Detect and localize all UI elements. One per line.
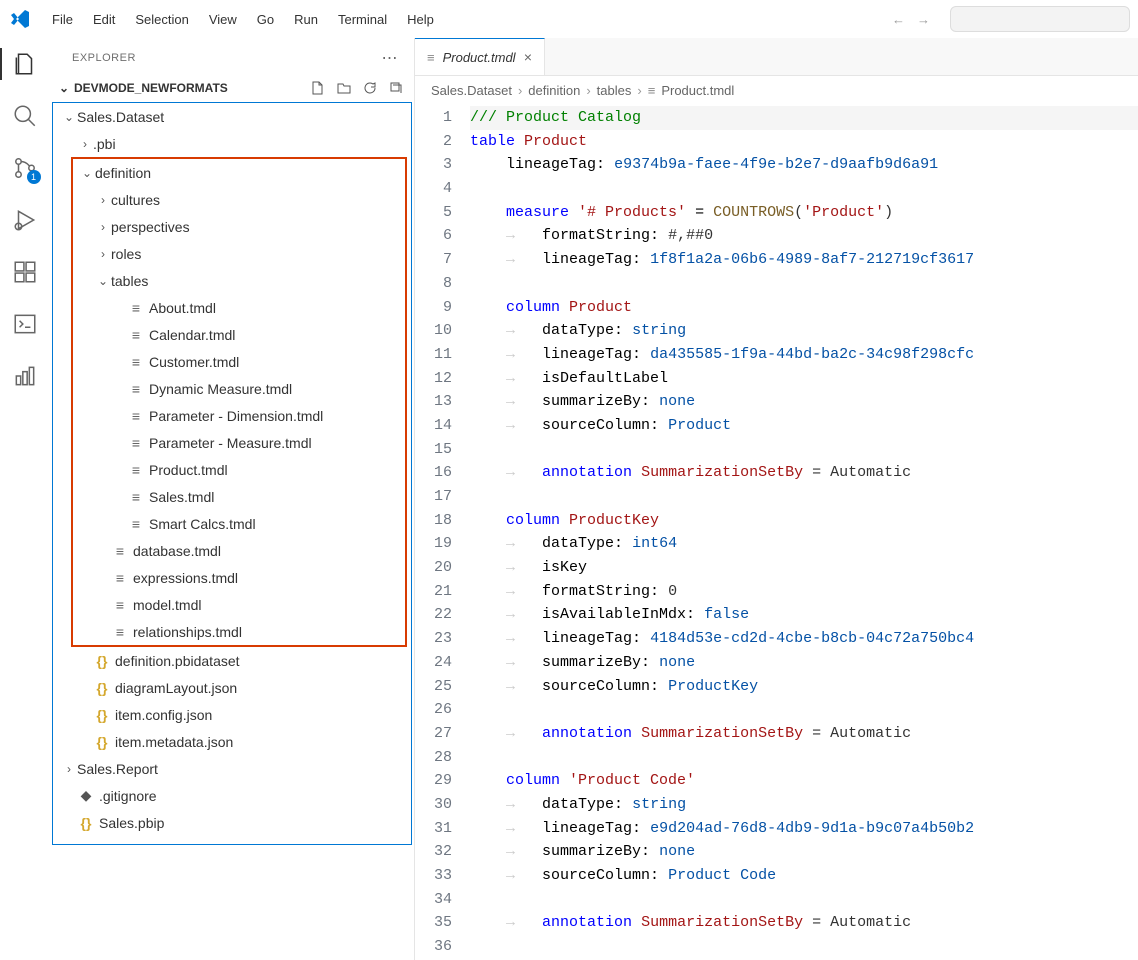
tab-label: Product.tmdl: [443, 50, 516, 65]
tree-file-item-config[interactable]: {}item.config.json: [53, 701, 411, 728]
vscode-logo-icon: [8, 7, 32, 31]
tree-file[interactable]: ≡Smart Calcs.tmdl: [73, 510, 405, 537]
tree-folder-roles[interactable]: ›roles: [73, 240, 405, 267]
file-icon: ≡: [127, 327, 145, 343]
file-icon: ≡: [127, 516, 145, 532]
menubar: File Edit Selection View Go Run Terminal…: [0, 0, 1138, 38]
file-icon: ≡: [111, 543, 129, 559]
tree-file[interactable]: ≡About.tmdl: [73, 294, 405, 321]
menu-run[interactable]: Run: [286, 8, 326, 31]
tree-file-sales-pbip[interactable]: {}Sales.pbip: [53, 809, 411, 836]
tree-folder-pbi[interactable]: ›.pbi: [53, 130, 411, 157]
code-editor[interactable]: 1234567891011121314151617181920212223242…: [415, 104, 1138, 960]
command-center-search[interactable]: [950, 6, 1130, 32]
file-icon: ≡: [127, 462, 145, 478]
explorer-sidebar: EXPLORER ⋯ ⌄ DEVMODE_NEWFORMATS ⌄Sales.D…: [50, 38, 415, 960]
tree-file-gitignore[interactable]: ◆.gitignore: [53, 782, 411, 809]
activity-run-debug-icon[interactable]: [11, 206, 39, 234]
file-icon: ≡: [111, 597, 129, 613]
menu-file[interactable]: File: [44, 8, 81, 31]
tab-product-tmdl[interactable]: ≡ Product.tmdl ×: [415, 38, 545, 75]
tree-file[interactable]: ≡Parameter - Dimension.tmdl: [73, 402, 405, 429]
tree-file[interactable]: ≡expressions.tmdl: [73, 564, 405, 591]
tree-file-diagramlayout[interactable]: {}diagramLayout.json: [53, 674, 411, 701]
new-folder-icon[interactable]: [336, 80, 352, 96]
nav-back-icon[interactable]: ←: [892, 12, 905, 27]
workspace-name: DEVMODE_NEWFORMATS: [74, 81, 228, 95]
tabs-row: ≡ Product.tmdl ×: [415, 38, 1138, 76]
menu-terminal[interactable]: Terminal: [330, 8, 395, 31]
file-icon: ≡: [127, 354, 145, 370]
activity-bar: 1: [0, 38, 50, 960]
file-icon: ≡: [127, 489, 145, 505]
activity-extensions-icon[interactable]: [11, 258, 39, 286]
file-icon: ≡: [127, 381, 145, 397]
source-control-badge: 1: [27, 170, 41, 184]
tree-folder-sales-report[interactable]: ›Sales.Report: [53, 755, 411, 782]
refresh-icon[interactable]: [362, 80, 378, 96]
breadcrumb[interactable]: Sales.Dataset› definition› tables› ≡Prod…: [415, 76, 1138, 104]
sidebar-more-icon[interactable]: ⋯: [382, 48, 399, 68]
tree-file[interactable]: ≡database.tmdl: [73, 537, 405, 564]
activity-search-icon[interactable]: [11, 102, 39, 130]
menu-edit[interactable]: Edit: [85, 8, 123, 31]
menu-view[interactable]: View: [201, 8, 245, 31]
chevron-down-icon[interactable]: ⌄: [56, 81, 72, 95]
activity-powerbi-icon[interactable]: [11, 362, 39, 390]
menu-help[interactable]: Help: [399, 8, 442, 31]
editor-area: ≡ Product.tmdl × Sales.Dataset› definiti…: [415, 38, 1138, 960]
menu-selection[interactable]: Selection: [127, 8, 196, 31]
collapse-all-icon[interactable]: [388, 80, 404, 96]
tree-file[interactable]: ≡Dynamic Measure.tmdl: [73, 375, 405, 402]
activity-explorer-icon[interactable]: [11, 50, 39, 78]
tree-folder-definition[interactable]: ⌄definition: [73, 159, 405, 186]
tree-folder-tables[interactable]: ⌄tables: [73, 267, 405, 294]
file-icon: ≡: [111, 570, 129, 586]
tree-file[interactable]: ≡relationships.tmdl: [73, 618, 405, 645]
nav-forward-icon[interactable]: →: [917, 12, 930, 27]
tree-folder-cultures[interactable]: ›cultures: [73, 186, 405, 213]
file-icon: ≡: [427, 50, 435, 65]
sidebar-title: EXPLORER: [72, 52, 136, 64]
tree-file[interactable]: ≡Parameter - Measure.tmdl: [73, 429, 405, 456]
tree-folder-sales-dataset[interactable]: ⌄Sales.Dataset: [53, 103, 411, 130]
new-file-icon[interactable]: [310, 80, 326, 96]
tree-file-item-metadata[interactable]: {}item.metadata.json: [53, 728, 411, 755]
file-icon: ≡: [111, 624, 129, 640]
activity-source-control-icon[interactable]: 1: [11, 154, 39, 182]
activity-terminal-icon[interactable]: [11, 310, 39, 338]
tree-file[interactable]: ≡Customer.tmdl: [73, 348, 405, 375]
tree-file[interactable]: ≡Sales.tmdl: [73, 483, 405, 510]
file-icon: ≡: [127, 435, 145, 451]
tab-close-icon[interactable]: ×: [524, 49, 532, 65]
tree-file-definition-pbidataset[interactable]: {}definition.pbidataset: [53, 647, 411, 674]
tree-file[interactable]: ≡Calendar.tmdl: [73, 321, 405, 348]
tree-file[interactable]: ≡model.tmdl: [73, 591, 405, 618]
tree-file[interactable]: ≡Product.tmdl: [73, 456, 405, 483]
menu-go[interactable]: Go: [249, 8, 282, 31]
tree-folder-perspectives[interactable]: ›perspectives: [73, 213, 405, 240]
file-icon: ≡: [127, 300, 145, 316]
file-icon: ≡: [127, 408, 145, 424]
